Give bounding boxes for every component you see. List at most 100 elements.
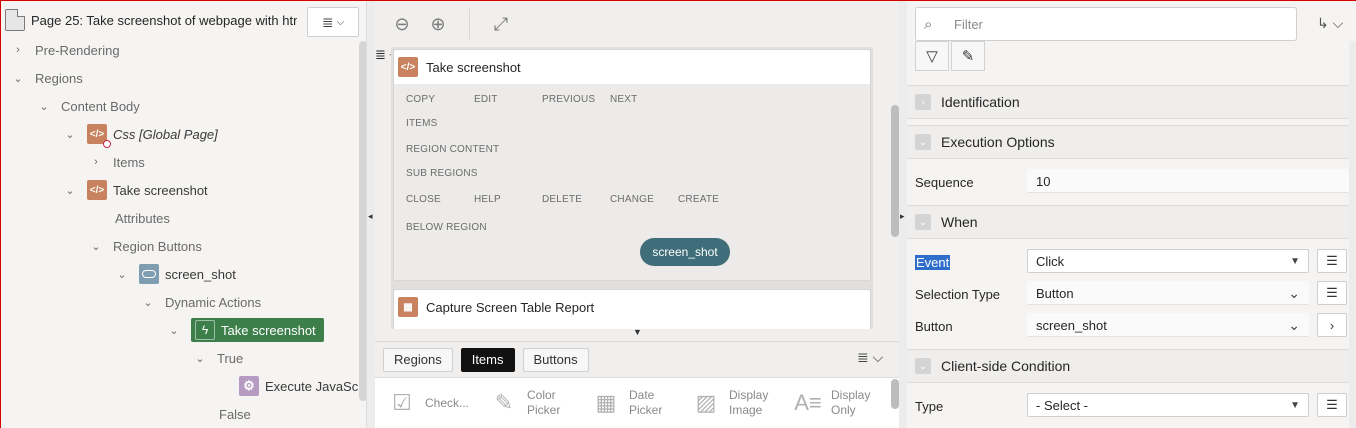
gallery-menu-button[interactable]: ≣ ⌵ (857, 349, 883, 366)
selection-type-list-button[interactable]: ☰ (1317, 281, 1347, 305)
chevron-down-icon[interactable]: ⌄ (915, 358, 931, 374)
label-line-1: Color (527, 388, 556, 402)
gallery-item-checkbox[interactable]: ☑ Check... (387, 388, 469, 418)
chevron-right-icon[interactable]: › (11, 44, 25, 56)
chevron-down-icon[interactable]: ⌄ (63, 128, 77, 141)
gallery-item-display-only[interactable]: A≡ Display Only (793, 388, 870, 418)
slot-delete[interactable]: DELETE (542, 194, 582, 205)
tree-node-content-body[interactable]: ⌄ Content Body (37, 92, 139, 120)
slot-region-content[interactable]: REGION CONTENT (406, 144, 499, 155)
tree-scrollbar[interactable] (359, 41, 366, 401)
chevron-down-icon[interactable]: ⌄ (37, 100, 51, 113)
tree-label: Css [Global Page] (113, 126, 218, 142)
chevron-down-icon[interactable]: ⌄ (915, 214, 931, 230)
slot-close[interactable]: CLOSE (406, 194, 441, 205)
gallery-item-color-picker[interactable]: ✎ Color Picker (489, 388, 561, 418)
layout-toolbar: ⊖ ⊕ ⤢ (375, 1, 901, 47)
sequence-field[interactable]: 10 (1027, 169, 1349, 193)
go-to-group-icon[interactable]: ↳ ⌵ (1317, 15, 1343, 32)
zoom-out-icon[interactable]: ⊖ (391, 14, 413, 35)
selection-type-select[interactable]: Button ⌄ (1027, 281, 1309, 305)
screen-shot-button-preview[interactable]: screen_shot (640, 238, 730, 266)
slot-items[interactable]: ITEMS (406, 118, 438, 129)
type-select[interactable]: - Select - ▼ (1027, 393, 1309, 417)
tab-regions[interactable]: Regions (383, 347, 453, 372)
chevron-right-icon[interactable]: › (89, 156, 103, 168)
slot-edit[interactable]: EDIT (474, 94, 498, 105)
tree-node-execute-javascript[interactable]: ⚙ Execute JavaScript Code (239, 372, 366, 400)
chevron-down-icon[interactable]: ⌄ (89, 240, 103, 253)
button-goto-button[interactable]: › (1317, 313, 1347, 337)
tree-node-false[interactable]: False (219, 400, 251, 428)
tree-node-take-screenshot-da[interactable]: ⌄ ϟ Take screenshot (167, 316, 324, 344)
chevron-down-icon[interactable]: ⌄ (141, 296, 155, 309)
tree-node-true[interactable]: ⌄ True (193, 344, 243, 372)
collapse-left-icon[interactable]: ◂ (368, 211, 373, 222)
tree-node-take-screenshot-region[interactable]: ⌄ </> Take screenshot (63, 176, 208, 204)
tree-node-css-global-page[interactable]: ⌄ </> Css [Global Page] (63, 120, 218, 148)
event-select[interactable]: Click ▼ (1027, 249, 1309, 273)
chevron-down-icon[interactable]: ⌄ (167, 324, 181, 337)
filter-funnel-button[interactable]: ▽ (915, 41, 949, 71)
region-title: Capture Screen Table Report (426, 299, 595, 315)
region-take-screenshot[interactable]: </> Take screenshot COPY EDIT PREVIOUS N… (393, 49, 871, 281)
tree-label: Region Buttons (113, 238, 202, 254)
tree-node-attributes[interactable]: Attributes (115, 204, 170, 232)
page-icon (5, 9, 25, 31)
section-client-side-condition[interactable]: ⌄ Client-side Condition (907, 349, 1349, 383)
chevron-down-icon[interactable]: ⌄ (915, 134, 931, 150)
slot-change[interactable]: CHANGE (610, 194, 654, 205)
slot-below-region[interactable]: BELOW REGION (406, 222, 487, 233)
chevron-down-icon[interactable]: ⌄ (11, 72, 25, 85)
region-capture-screen-table[interactable]: ▦ Capture Screen Table Report (393, 289, 871, 329)
gallery-item-label: Color Picker (527, 388, 560, 418)
slot-sub-regions[interactable]: SUB REGIONS (406, 168, 478, 179)
tree-node-dynamic-actions[interactable]: ⌄ Dynamic Actions (141, 288, 261, 316)
tree-node-region-buttons[interactable]: ⌄ Region Buttons (89, 232, 202, 260)
section-when[interactable]: ⌄ When (907, 205, 1349, 239)
region-header: ▦ Capture Screen Table Report (394, 290, 870, 324)
tree-label: screen_shot (165, 266, 236, 282)
section-identification[interactable]: › Identification (907, 85, 1349, 119)
layout-scrollbar[interactable] (891, 105, 899, 237)
slot-copy[interactable]: COPY (406, 94, 435, 105)
tab-items[interactable]: Items (460, 347, 515, 372)
collapse-right-icon[interactable]: ▸ (900, 211, 905, 222)
left-splitter[interactable]: ◂ (367, 1, 375, 428)
tree-node-pre-rendering[interactable]: › Pre-Rendering (11, 36, 119, 64)
slot-create[interactable]: CREATE (678, 194, 719, 205)
caret-down-icon[interactable]: ▼ (633, 327, 642, 337)
event-list-button[interactable]: ☰ (1317, 249, 1347, 273)
selected-node[interactable]: ϟ Take screenshot (191, 318, 324, 342)
slot-help[interactable]: HELP (474, 194, 501, 205)
slot-previous[interactable]: PREVIOUS (542, 94, 595, 105)
gallery-item-display-image[interactable]: ▨ Display Image (691, 388, 769, 418)
code-icon: </> (87, 124, 111, 148)
expand-icon[interactable]: ⤢ (490, 14, 512, 35)
label-line-1: Display (831, 388, 871, 402)
tree-label: Take screenshot (113, 182, 208, 198)
slot-next[interactable]: NEXT (610, 94, 637, 105)
button-select[interactable]: screen_shot ⌄ (1027, 313, 1309, 337)
filter-input[interactable]: ⌕ Filter (915, 7, 1297, 41)
chevron-right-icon[interactable]: › (915, 94, 931, 110)
gallery-scrollbar[interactable] (891, 379, 899, 409)
chevron-down-icon[interactable]: ⌄ (63, 184, 77, 197)
right-splitter[interactable]: ▸ (899, 1, 907, 428)
zoom-in-icon[interactable]: ⊕ (427, 14, 449, 35)
gallery-item-date-picker[interactable]: ▦ Date Picker (591, 388, 663, 418)
chevron-down-icon[interactable]: ⌄ (115, 268, 129, 281)
tree-node-regions[interactable]: ⌄ Regions (11, 64, 82, 92)
property-scrollbar[interactable] (1349, 41, 1356, 428)
tab-buttons[interactable]: Buttons (522, 347, 589, 372)
button-icon (139, 264, 159, 284)
tree-menu-button[interactable]: ≣ ⌵ (307, 7, 359, 37)
tree-node-items[interactable]: › Items (89, 148, 145, 176)
tree-node-screen-shot-button[interactable]: ⌄ screen_shot (115, 260, 236, 288)
section-title: Execution Options (941, 134, 1055, 150)
type-list-button[interactable]: ☰ (1317, 393, 1347, 417)
section-execution-options[interactable]: ⌄ Execution Options (907, 125, 1349, 159)
chevron-down-icon[interactable]: ⌄ (193, 352, 207, 365)
image-icon: ▨ (695, 390, 717, 415)
edit-button[interactable]: ✎ (951, 41, 985, 71)
